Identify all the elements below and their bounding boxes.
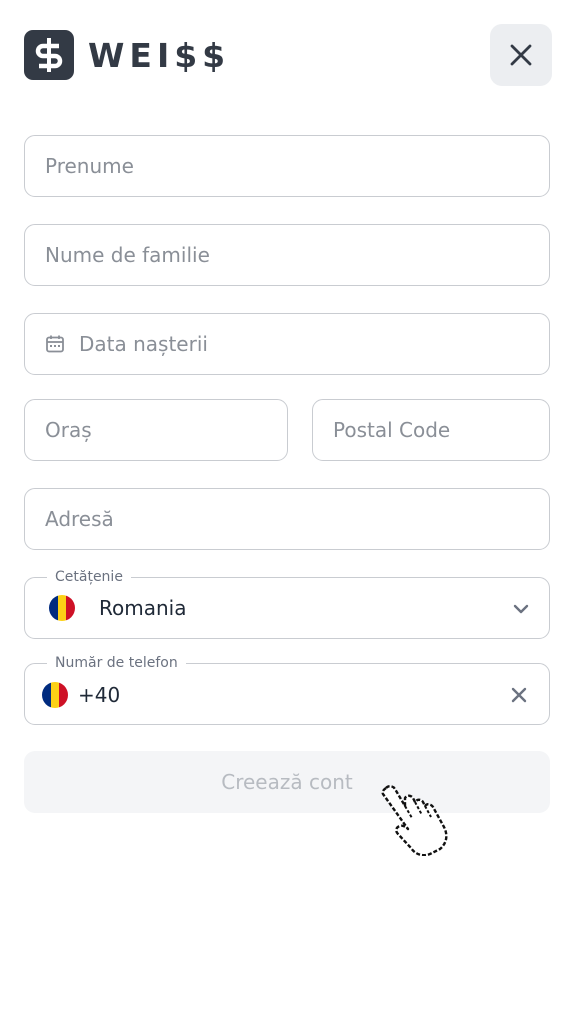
close-button[interactable] bbox=[490, 24, 552, 86]
brand-logo: WEI$$ bbox=[24, 30, 230, 80]
phone-field[interactable]: Număr de telefon +40 bbox=[24, 654, 550, 725]
close-icon bbox=[510, 44, 532, 66]
birth-date-field[interactable] bbox=[24, 313, 550, 375]
romania-flag-icon bbox=[49, 595, 75, 621]
citizenship-select[interactable]: Cetățenie Romania bbox=[24, 568, 550, 639]
dollar-logo-icon bbox=[24, 30, 74, 80]
header: WEI$$ bbox=[24, 24, 552, 86]
phone-value[interactable]: +40 bbox=[78, 683, 120, 707]
address-field[interactable] bbox=[24, 488, 550, 550]
first-name-input[interactable] bbox=[25, 136, 549, 196]
create-account-button[interactable]: Creează cont bbox=[24, 751, 550, 813]
address-input[interactable] bbox=[25, 489, 549, 549]
first-name-field[interactable] bbox=[24, 135, 550, 197]
citizenship-label: Cetățenie bbox=[47, 568, 131, 586]
city-field[interactable] bbox=[24, 399, 288, 461]
city-input[interactable] bbox=[25, 400, 287, 460]
last-name-field[interactable] bbox=[24, 224, 550, 286]
last-name-input[interactable] bbox=[25, 225, 549, 285]
citizenship-value: Romania bbox=[99, 596, 187, 620]
birth-date-input[interactable] bbox=[25, 314, 549, 374]
hand-pointer-icon bbox=[381, 785, 448, 856]
phone-label: Număr de telefon bbox=[47, 654, 186, 672]
postal-code-field[interactable] bbox=[312, 399, 550, 461]
chevron-down-icon bbox=[513, 604, 529, 614]
romania-flag-icon bbox=[42, 682, 68, 708]
clear-icon[interactable] bbox=[509, 685, 529, 705]
brand-name: WEI$$ bbox=[88, 35, 231, 75]
postal-code-input[interactable] bbox=[313, 400, 549, 460]
